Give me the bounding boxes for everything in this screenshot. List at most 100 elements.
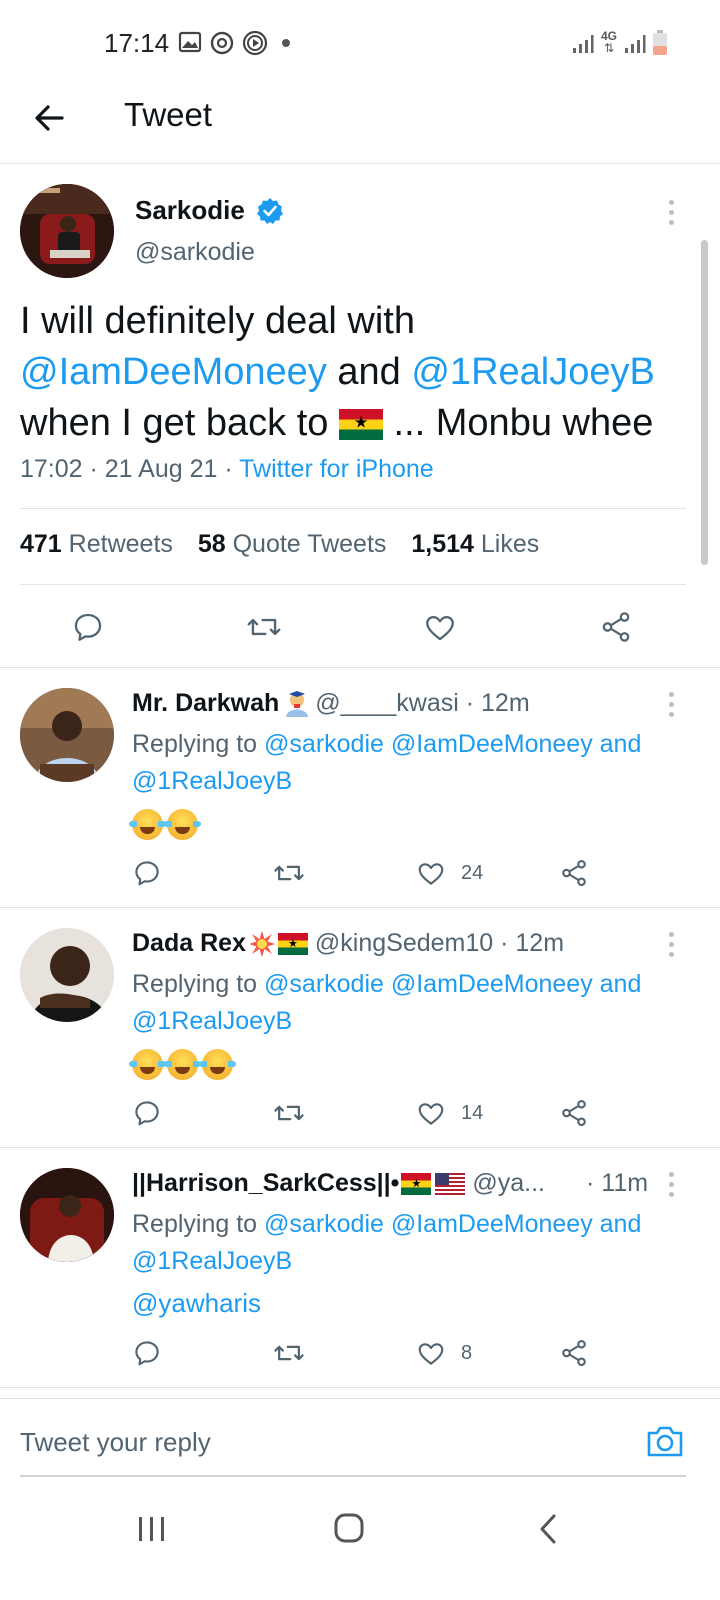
recent-apps-button[interactable] [136,1514,168,1549]
reply-header: Mr. Darkwah @____kwasi · 12m [132,689,530,718]
like-button[interactable] [416,1338,446,1368]
like-count: 8 [461,1342,473,1364]
reply-author-handle[interactable]: @____kwasi [315,689,459,717]
ghana-flag-icon [401,1173,432,1196]
home-button[interactable] [333,1512,365,1549]
reply-body [129,807,202,840]
tweet-client-link[interactable]: Twitter for iPhone [239,455,434,483]
input-underline [20,1475,686,1477]
avatar[interactable] [20,688,114,782]
reply-icon [135,1341,159,1366]
share-button[interactable] [559,1098,589,1128]
mention-link[interactable]: @1RealJoeyB [411,351,654,393]
avatar[interactable] [20,928,114,1022]
mention-link[interactable]: @sarkodie @IamDeeMoneey and [264,1210,641,1238]
heart-icon [418,863,444,885]
reply-button[interactable] [71,610,105,644]
network-4g-icon: 4G ⇅ [600,29,617,55]
reply-header: Dada Rex @kingSedem10 · 12m [132,929,564,958]
retweet-button[interactable] [273,1098,305,1128]
battery-icon [653,30,667,55]
more-options-icon[interactable] [669,692,675,722]
reply-input[interactable]: Tweet your reply [20,1427,211,1458]
tears-of-joy-emoji-icon [164,1048,201,1080]
retweet-icon [247,618,281,636]
dot-icon [282,39,290,47]
signal-icon [625,35,646,53]
reply-icon [135,1101,159,1126]
reply-button[interactable] [132,858,162,888]
retweet-button[interactable] [273,1338,305,1368]
tears-of-joy-emoji-icon [199,1048,236,1080]
usa-flag-icon [435,1173,466,1196]
share-button[interactable] [599,610,633,644]
mention-link[interactable]: @sarkodie @IamDeeMoneey and [264,970,641,998]
retweet-icon [274,1105,304,1121]
text-fragment: when I get back to [20,402,339,444]
top-app-bar: Tweet [0,88,720,164]
tweet-meta: 17:02 · 21 Aug 21 · Twitter for iPhone [20,455,434,484]
whatsapp-icon [210,31,234,55]
heart-icon [418,1343,444,1365]
divider [0,667,720,668]
tweet-text: I will definitely deal with @IamDeeMonee… [20,296,700,449]
reply-author-handle[interactable]: @kingSedem10 [315,929,493,957]
more-options-icon[interactable] [669,932,675,962]
mention-link[interactable]: @IamDeeMoneey [20,351,327,393]
like-count: 14 [461,1102,484,1124]
avatar[interactable] [20,184,114,278]
share-button[interactable] [559,858,589,888]
replying-to: Replying to @sarkodie @IamDeeMoneey and … [132,1206,692,1280]
retweet-icon [274,865,304,881]
divider [0,1387,720,1388]
reply-header: ||Harrison_SarkCess||• @ya... [132,1169,545,1198]
more-options-icon[interactable] [669,200,675,230]
reply-author-name[interactable]: Mr. Darkwah [132,689,279,717]
like-button[interactable] [416,858,446,888]
home-icon [334,1513,364,1543]
reply-author-name[interactable]: Dada Rex [132,929,246,957]
reply-button[interactable] [132,1338,162,1368]
like-button[interactable] [423,610,457,644]
mention-link[interactable]: @1RealJoeyB [132,767,292,795]
tweet-timestamp: 17:02 · 21 Aug 21 · [20,455,240,483]
text-fragment: ... Monbu whee [382,402,654,444]
system-back-button[interactable] [534,1512,562,1551]
mention-link[interactable]: @sarkodie @IamDeeMoneey and [264,730,641,758]
like-button[interactable] [416,1098,446,1128]
likes-stat[interactable]: 1,514 Likes [411,530,539,558]
retweet-icon [274,1345,304,1361]
reply-author-handle[interactable]: @ya... [472,1169,545,1197]
retweet-button[interactable] [273,858,305,888]
signal-icon [573,35,594,53]
tweet-text-line: @IamDeeMoneey and @1RealJoeyB [20,347,700,398]
retweet-button[interactable] [246,610,282,644]
system-nav-bar [0,1488,720,1600]
reply-author-name[interactable]: ||Harrison_SarkCess||• [132,1169,399,1197]
replying-to: Replying to @sarkodie @IamDeeMoneey and … [132,966,692,1040]
camera-button[interactable] [645,1423,685,1464]
reply-button[interactable] [132,1098,162,1128]
divider [20,508,686,509]
scrollbar[interactable] [701,240,708,565]
author-name[interactable]: Sarkodie [135,195,245,226]
reply-body-mention[interactable]: @yawharis [132,1288,261,1319]
mention-link[interactable]: @1RealJoeyB [132,1007,292,1035]
share-icon [602,612,630,642]
arrow-left-icon [35,105,64,131]
tears-of-joy-emoji-icon [129,808,166,840]
more-options-icon[interactable] [669,1172,675,1202]
quote-tweets-stat[interactable]: 58 Quote Tweets [198,530,387,558]
profile-photo [20,1168,114,1262]
avatar[interactable] [20,1168,114,1262]
tweet-text-line: when I get back to ... Monbu whee [20,398,700,449]
heart-icon [418,1103,444,1125]
reply-icon [74,613,102,641]
author-handle[interactable]: @sarkodie [135,238,255,267]
mention-link[interactable]: @1RealJoeyB [132,1247,292,1275]
share-button[interactable] [559,1338,589,1368]
tears-of-joy-emoji-icon [164,808,201,840]
back-button[interactable] [28,96,72,140]
status-time: 17:14 [104,28,170,58]
retweets-stat[interactable]: 471 Retweets [20,530,173,558]
